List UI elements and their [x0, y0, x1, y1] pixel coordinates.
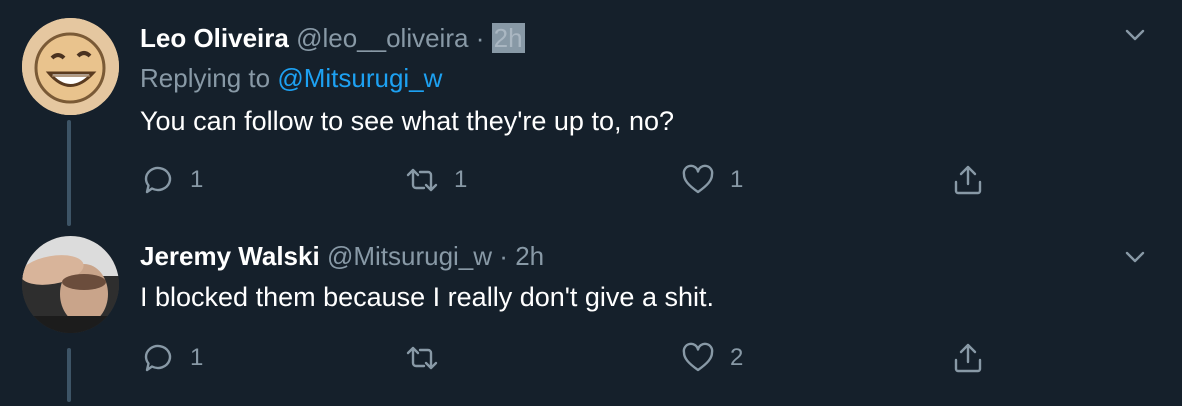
like-button[interactable]: 1 — [680, 158, 743, 202]
user-handle[interactable]: @leo__oliveira — [296, 23, 468, 53]
share-button[interactable] — [950, 158, 986, 202]
separator-dot: · — [475, 23, 485, 53]
tweet-leo-oliveira[interactable]: Leo Oliveira @leo__oliveira · 2h Replyin… — [0, 0, 1182, 230]
like-button[interactable]: 2 — [680, 336, 743, 380]
tweet-header: Jeremy Walski @Mitsurugi_w · 2h — [140, 240, 544, 272]
separator-dot: · — [499, 241, 508, 271]
tweet-text: I blocked them because I really don't gi… — [140, 282, 714, 312]
retweet-count: 1 — [454, 166, 468, 193]
chevron-down-icon[interactable] — [1120, 242, 1150, 272]
reply-count: 1 — [190, 344, 204, 371]
avatar-image — [22, 236, 119, 333]
thread-line — [67, 348, 71, 402]
thread-line — [67, 120, 71, 226]
display-name[interactable]: Leo Oliveira — [140, 23, 289, 53]
retweet-icon — [406, 346, 438, 370]
timestamp[interactable]: 2h — [515, 241, 544, 271]
like-icon — [682, 342, 714, 372]
timestamp[interactable]: 2h — [491, 23, 525, 53]
like-icon — [682, 164, 714, 194]
like-count: 2 — [730, 344, 744, 371]
avatar[interactable] — [22, 18, 119, 115]
user-handle[interactable]: @Mitsurugi_w — [327, 241, 492, 271]
replying-to-link[interactable]: @Mitsurugi_w — [277, 63, 442, 93]
share-icon — [954, 165, 982, 195]
tweet-header: Leo Oliveira @leo__oliveira · 2h — [140, 22, 525, 54]
tweet-actions: 1 1 1 — [140, 158, 1000, 202]
reply-button[interactable]: 1 — [140, 336, 203, 380]
reply-icon — [144, 166, 172, 194]
tweet-actions: 1 2 — [140, 336, 1000, 380]
tweet-jeremy-walski[interactable]: Jeremy Walski @Mitsurugi_w · 2h I blocke… — [0, 230, 1182, 406]
share-button[interactable] — [950, 336, 986, 380]
tweet-text: You can follow to see what they're up to… — [140, 106, 675, 136]
reply-count: 1 — [190, 166, 204, 193]
display-name[interactable]: Jeremy Walski — [140, 241, 320, 271]
reply-button[interactable]: 1 — [140, 158, 203, 202]
retweet-button[interactable]: 1 — [404, 158, 467, 202]
retweet-icon — [406, 168, 438, 192]
avatar[interactable] — [22, 236, 119, 333]
replying-prefix: Replying to — [140, 63, 271, 93]
reply-icon — [144, 344, 172, 372]
retweet-button[interactable] — [404, 336, 454, 380]
share-icon — [954, 343, 982, 373]
chevron-down-icon[interactable] — [1120, 20, 1150, 50]
replying-to: Replying to @Mitsurugi_w — [140, 62, 442, 94]
like-count: 1 — [730, 166, 744, 193]
avatar-image — [22, 18, 119, 115]
